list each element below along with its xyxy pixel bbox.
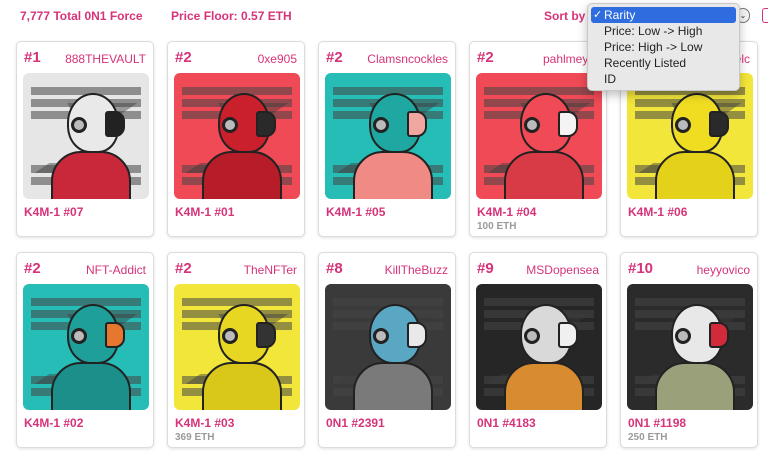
nft-image[interactable] — [476, 73, 602, 199]
nft-card[interactable]: #2 NFT-Addict K4M-1 #02 — [16, 252, 154, 448]
owner-link[interactable]: KillTheBuzz — [385, 263, 448, 277]
nft-card[interactable]: #2 0xe905 K4M-1 #01 — [167, 41, 305, 237]
owner-link[interactable]: NFT-Addict — [86, 263, 146, 277]
nft-card[interactable]: #2 TheNFTer K4M-1 #03 369 ETH — [167, 252, 305, 448]
nft-card[interactable]: #9 MSDopensea 0N1 #4183 — [469, 252, 607, 448]
rarity-rank: #8 — [326, 260, 343, 277]
nft-name: K4M-1 #02 — [24, 416, 84, 430]
checkmark-icon: ✓ — [593, 9, 603, 21]
art-headphone — [71, 117, 87, 133]
rarity-rank: #1 — [24, 49, 41, 66]
art-body — [655, 151, 735, 199]
art-headphone — [675, 328, 691, 344]
art-face — [407, 322, 427, 348]
nft-card[interactable]: #10 heyyovico 0N1 #1198 250 ETH — [620, 252, 758, 448]
rarity-rank: #9 — [477, 260, 494, 277]
art-body — [504, 151, 584, 199]
price-floor-label: Price Floor: 0.57 ETH — [171, 9, 292, 23]
art-body — [353, 362, 433, 410]
sort-option-label: Rarity — [604, 8, 636, 22]
sort-option-price-low-high[interactable]: Price: Low -> High — [588, 23, 739, 39]
art-headphone — [222, 328, 238, 344]
art-headphone — [373, 117, 389, 133]
nft-name: K4M-1 #01 — [175, 205, 235, 219]
art-face — [709, 111, 729, 137]
nft-image[interactable] — [23, 73, 149, 199]
nft-card[interactable]: #8 KillTheBuzz 0N1 #2391 — [318, 252, 456, 448]
nft-price: 250 ETH — [628, 432, 668, 443]
sort-dropdown-menu[interactable]: ✓ Rarity Price: Low -> High Price: High … — [587, 3, 740, 91]
rarity-rank: #2 — [175, 260, 192, 277]
owner-link[interactable]: TheNFTer — [244, 263, 297, 277]
art-face — [709, 322, 729, 348]
nft-name: K4M-1 #03 — [175, 416, 235, 430]
owner-link[interactable]: Clamsncockles — [367, 52, 448, 66]
total-count-label: 7,777 Total 0N1 Force — [20, 9, 143, 23]
art-body — [504, 362, 584, 410]
art-face — [407, 111, 427, 137]
art-body — [51, 151, 131, 199]
nft-name: 0N1 #4183 — [477, 416, 536, 430]
rarity-rank: #10 — [628, 260, 654, 277]
art-headphone — [524, 328, 540, 344]
art-face — [105, 111, 125, 137]
sort-option-id[interactable]: ID — [588, 71, 739, 87]
owner-link[interactable]: 888THEVAULT — [65, 52, 146, 66]
nft-price: 100 ETH — [477, 221, 517, 232]
owner-link[interactable]: heyyovico — [697, 263, 750, 277]
art-body — [655, 362, 735, 410]
nft-image[interactable] — [627, 284, 753, 410]
art-face — [558, 111, 578, 137]
nft-name: 0N1 #2391 — [326, 416, 385, 430]
nft-image[interactable] — [325, 73, 451, 199]
nft-name: 0N1 #1198 — [628, 416, 687, 430]
nft-image[interactable] — [325, 284, 451, 410]
nft-name: K4M-1 #07 — [24, 205, 84, 219]
nft-card[interactable]: #2 Clamsncockles K4M-1 #05 — [318, 41, 456, 237]
sort-by-label: Sort by — [544, 9, 586, 23]
art-body — [202, 151, 282, 199]
nft-name: K4M-1 #04 — [477, 205, 537, 219]
sort-option-price-high-low[interactable]: Price: High -> Low — [588, 39, 739, 55]
art-headphone — [524, 117, 540, 133]
nft-card[interactable]: #1 888THEVAULT K4M-1 #07 — [16, 41, 154, 237]
art-face — [558, 322, 578, 348]
owner-link[interactable]: 0xe905 — [258, 52, 297, 66]
filter-toggle-icon[interactable] — [762, 8, 768, 23]
sort-option-rarity[interactable]: ✓ Rarity — [591, 7, 736, 23]
art-headphone — [222, 117, 238, 133]
rarity-rank: #2 — [326, 49, 343, 66]
nft-image[interactable] — [476, 284, 602, 410]
sort-option-recently-listed[interactable]: Recently Listed — [588, 55, 739, 71]
art-face — [105, 322, 125, 348]
art-headphone — [373, 328, 389, 344]
owner-link[interactable]: MSDopensea — [526, 263, 599, 277]
art-face — [256, 111, 276, 137]
art-headphone — [675, 117, 691, 133]
rarity-rank: #2 — [24, 260, 41, 277]
sort-option-label: Price: Low -> High — [604, 24, 703, 38]
sort-option-label: ID — [604, 72, 616, 86]
art-face — [256, 322, 276, 348]
sort-option-label: Price: High -> Low — [604, 40, 703, 54]
art-body — [51, 362, 131, 410]
nft-image[interactable] — [627, 73, 753, 199]
rarity-rank: #2 — [175, 49, 192, 66]
rarity-rank: #2 — [477, 49, 494, 66]
art-body — [353, 151, 433, 199]
sort-option-label: Recently Listed — [604, 56, 687, 70]
art-body — [202, 362, 282, 410]
nft-price: 369 ETH — [175, 432, 215, 443]
nft-image[interactable] — [174, 284, 300, 410]
nft-image[interactable] — [174, 73, 300, 199]
nft-name: K4M-1 #06 — [628, 205, 688, 219]
art-headphone — [71, 328, 87, 344]
nft-image[interactable] — [23, 284, 149, 410]
nft-name: K4M-1 #05 — [326, 205, 386, 219]
